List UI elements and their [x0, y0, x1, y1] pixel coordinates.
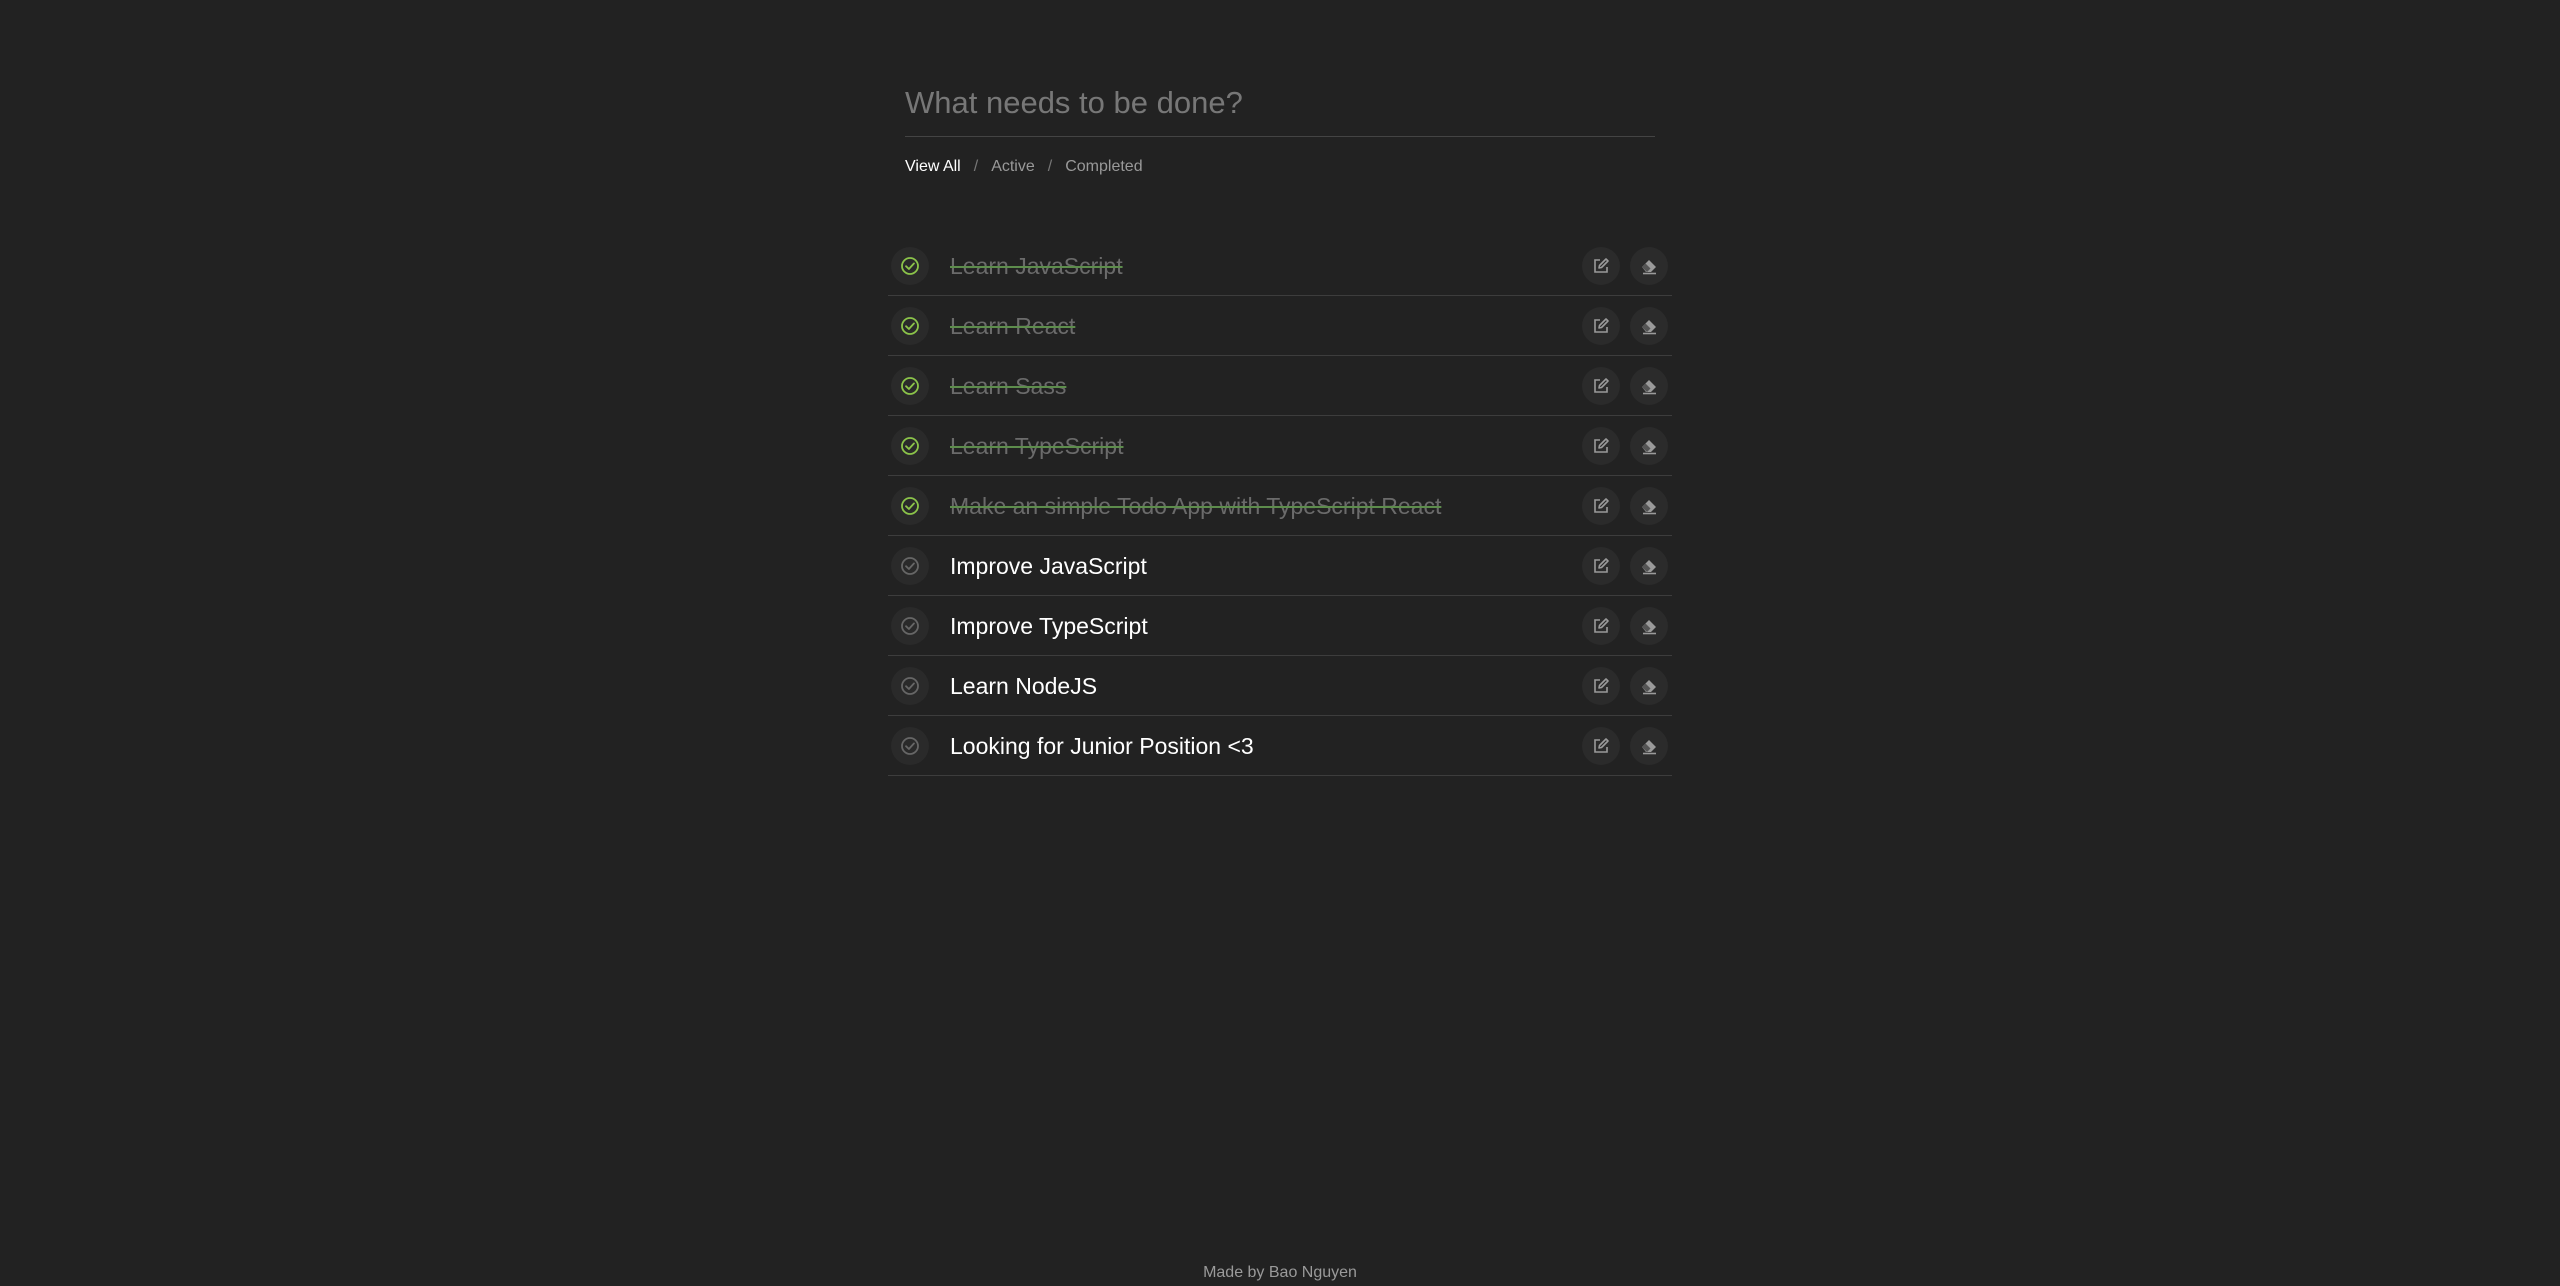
check-circle-icon	[900, 316, 920, 336]
toggle-complete-button[interactable]	[891, 607, 929, 645]
filter-view-all[interactable]: View All	[905, 158, 961, 176]
eraser-icon	[1639, 316, 1659, 336]
toggle-complete-button[interactable]	[891, 547, 929, 585]
todo-text[interactable]: Make an simple Todo App with TypeScript …	[950, 491, 1441, 521]
edit-icon	[1591, 496, 1611, 516]
delete-todo-button[interactable]	[1630, 307, 1668, 345]
eraser-icon	[1639, 256, 1659, 276]
todo-text[interactable]: Learn NodeJS	[950, 671, 1097, 701]
todo-item: Make an simple Todo App with TypeScript …	[888, 476, 1672, 536]
todo-text[interactable]: Learn React	[950, 311, 1075, 341]
edit-todo-button[interactable]	[1582, 247, 1620, 285]
edit-icon	[1591, 376, 1611, 396]
edit-todo-button[interactable]	[1582, 367, 1620, 405]
todo-item: Improve JavaScript	[888, 536, 1672, 596]
filter-separator: /	[1047, 158, 1053, 175]
filter-active[interactable]: Active	[991, 158, 1035, 176]
toggle-complete-button[interactable]	[891, 247, 929, 285]
check-circle-icon	[900, 436, 920, 456]
todo-item: Looking for Junior Position <3	[888, 716, 1672, 776]
edit-todo-button[interactable]	[1582, 547, 1620, 585]
toggle-complete-button[interactable]	[891, 307, 929, 345]
delete-todo-button[interactable]	[1630, 727, 1668, 765]
check-circle-icon	[900, 376, 920, 396]
edit-icon	[1591, 616, 1611, 636]
check-circle-icon	[900, 556, 920, 576]
edit-icon	[1591, 676, 1611, 696]
new-todo-field-wrapper	[905, 74, 1655, 137]
todo-text[interactable]: Improve TypeScript	[950, 611, 1148, 641]
delete-todo-button[interactable]	[1630, 367, 1668, 405]
eraser-icon	[1639, 556, 1659, 576]
eraser-icon	[1639, 616, 1659, 636]
eraser-icon	[1639, 436, 1659, 456]
check-circle-icon	[900, 736, 920, 756]
todo-text[interactable]: Improve JavaScript	[950, 551, 1147, 581]
filter-separator: /	[973, 158, 979, 175]
edit-todo-button[interactable]	[1582, 667, 1620, 705]
todo-text[interactable]: Learn Sass	[950, 371, 1066, 401]
toggle-complete-button[interactable]	[891, 487, 929, 525]
todo-item: Learn JavaScript	[888, 236, 1672, 296]
edit-todo-button[interactable]	[1582, 727, 1620, 765]
edit-todo-button[interactable]	[1582, 607, 1620, 645]
check-circle-icon	[900, 616, 920, 636]
todo-item: Learn React	[888, 296, 1672, 356]
toggle-complete-button[interactable]	[891, 667, 929, 705]
edit-icon	[1591, 736, 1611, 756]
delete-todo-button[interactable]	[1630, 547, 1668, 585]
footer-credit: Made by Bao Nguyen	[1203, 1264, 1357, 1281]
delete-todo-button[interactable]	[1630, 487, 1668, 525]
edit-todo-button[interactable]	[1582, 307, 1620, 345]
filter-bar: View All / Active / Completed	[905, 158, 1143, 176]
edit-icon	[1591, 556, 1611, 576]
delete-todo-button[interactable]	[1630, 607, 1668, 645]
edit-icon	[1591, 316, 1611, 336]
edit-todo-button[interactable]	[1582, 427, 1620, 465]
check-circle-icon	[900, 676, 920, 696]
edit-icon	[1591, 256, 1611, 276]
eraser-icon	[1639, 496, 1659, 516]
todo-text[interactable]: Learn TypeScript	[950, 431, 1123, 461]
todo-item: Improve TypeScript	[888, 596, 1672, 656]
check-circle-icon	[900, 496, 920, 516]
todo-item: Learn NodeJS	[888, 656, 1672, 716]
delete-todo-button[interactable]	[1630, 667, 1668, 705]
eraser-icon	[1639, 736, 1659, 756]
toggle-complete-button[interactable]	[891, 727, 929, 765]
todo-text[interactable]: Learn JavaScript	[950, 251, 1123, 281]
todo-text[interactable]: Looking for Junior Position <3	[950, 731, 1254, 761]
todo-item: Learn TypeScript	[888, 416, 1672, 476]
check-circle-icon	[900, 256, 920, 276]
delete-todo-button[interactable]	[1630, 427, 1668, 465]
filter-completed[interactable]: Completed	[1065, 158, 1142, 176]
new-todo-input[interactable]	[905, 74, 1655, 132]
eraser-icon	[1639, 676, 1659, 696]
edit-todo-button[interactable]	[1582, 487, 1620, 525]
todo-list: Learn JavaScript Learn React Learn Sass Lea…	[888, 236, 1672, 776]
edit-icon	[1591, 436, 1611, 456]
toggle-complete-button[interactable]	[891, 427, 929, 465]
delete-todo-button[interactable]	[1630, 247, 1668, 285]
eraser-icon	[1639, 376, 1659, 396]
toggle-complete-button[interactable]	[891, 367, 929, 405]
todo-item: Learn Sass	[888, 356, 1672, 416]
